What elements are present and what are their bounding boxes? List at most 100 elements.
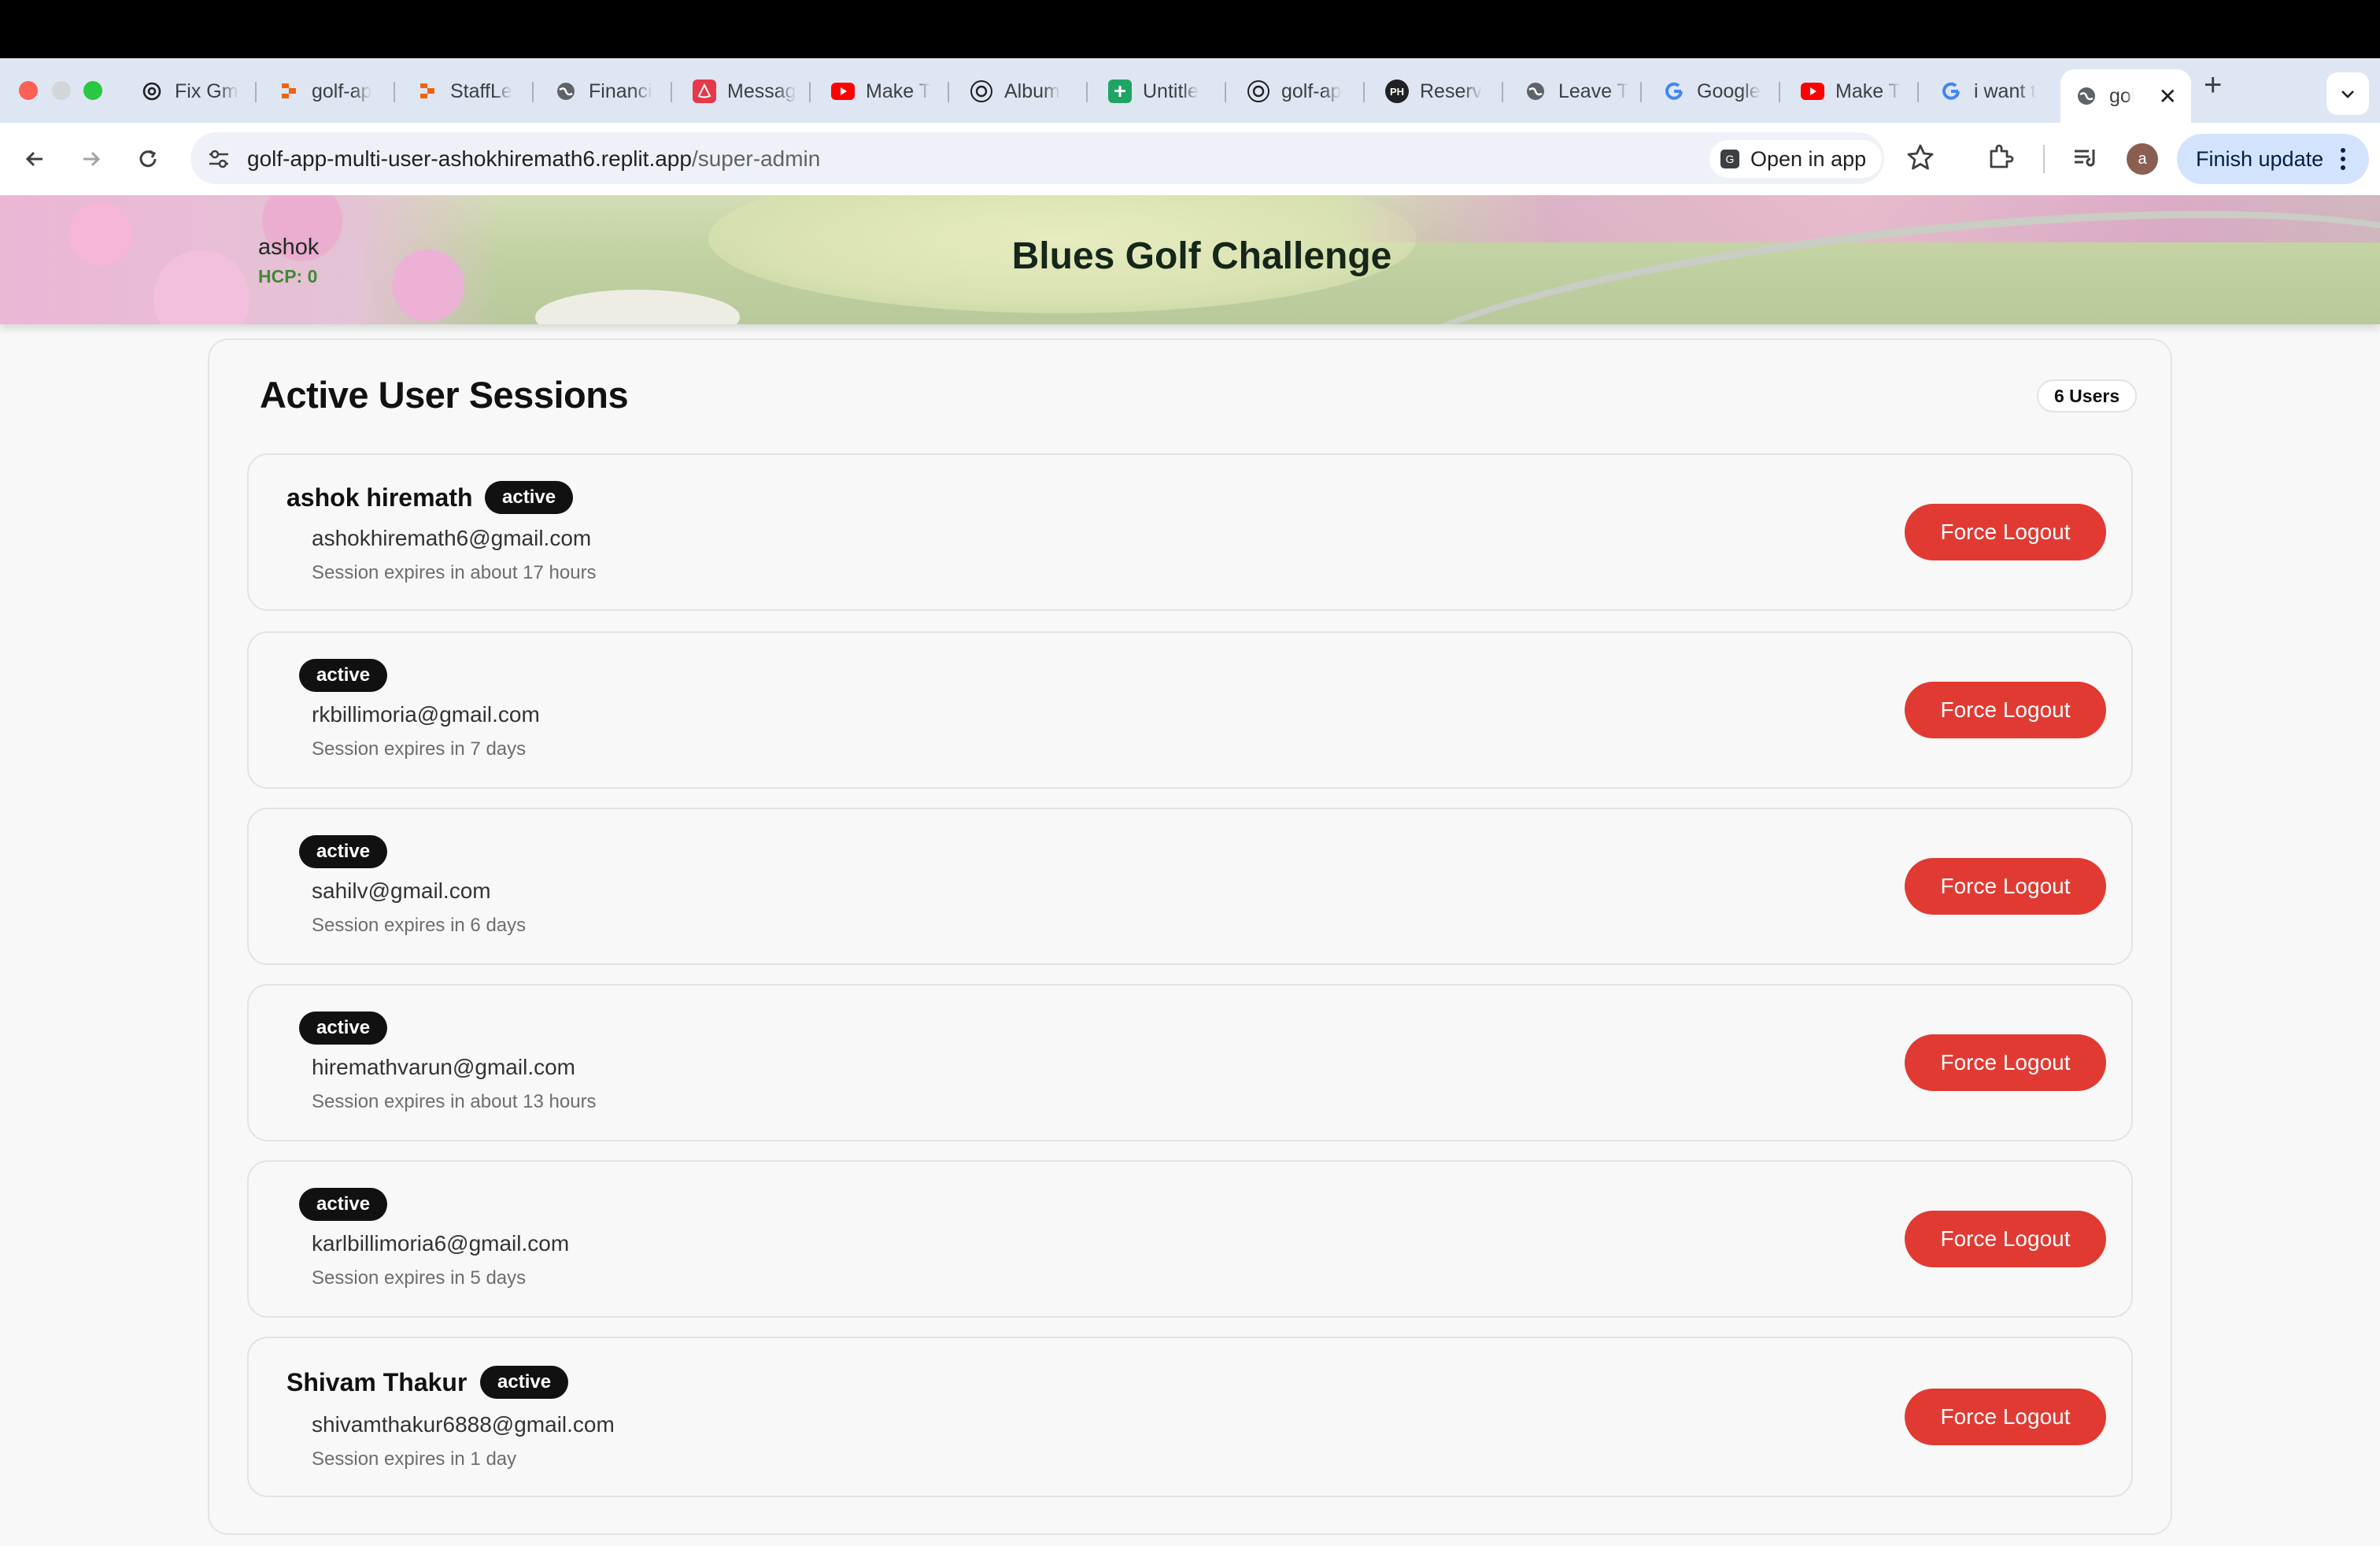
tab-label: i want t [1974,80,2037,102]
session-row [247,808,2133,965]
browser-tab[interactable]: Untitle [1103,68,1221,115]
tab-label: StaffLe [450,80,512,102]
session-expiry: Session expires in 7 days [312,738,527,760]
sessions-title: Active User Sessions [260,374,629,416]
profile-avatar[interactable]: a [2127,143,2158,175]
status-badge: active [299,1188,388,1221]
session-expiry: Session expires in 1 day [312,1448,517,1470]
session-expiry: Session expires in about 17 hours [312,562,597,583]
status-badge: active [299,835,388,868]
session-email: sahilv@gmail.com [312,878,491,903]
replit-icon [416,80,439,103]
browser-tab[interactable]: Leave T [1519,68,1637,115]
browser-tab[interactable]: StaffLe [411,68,529,115]
tab-label: Untitle [1143,80,1199,102]
browser-tab-active[interactable]: gol ✕ [2060,69,2191,123]
force-logout-button[interactable]: Force Logout [1905,1211,2106,1267]
arrow-left-icon [25,151,42,167]
session-email: rkbillimoria@gmail.com [312,702,540,727]
reload-button[interactable] [131,142,165,176]
session-user-name: ashok hiremath [286,483,473,512]
close-window-button[interactable] [19,81,38,100]
tab-label: Album [1004,80,1060,102]
force-logout-button[interactable]: Force Logout [1905,1389,2106,1445]
browser-tab[interactable]: Make T [1796,68,1914,115]
openai-icon [970,80,993,103]
browser-tab[interactable]: Make T [826,68,944,115]
session-expiry: Session expires in about 13 hours [312,1091,597,1112]
status-badge: active [480,1366,569,1399]
minimize-window-button[interactable] [52,81,71,100]
app-title: Blues Golf Challenge [1011,235,1392,277]
tab-label: gol [2109,84,2134,107]
tab-label: Leave T [1558,80,1629,102]
toolbar-divider [2043,145,2045,173]
media-controls-icon[interactable] [2070,142,2101,177]
globe-icon [2075,84,2098,108]
force-logout-button[interactable]: Force Logout [1905,682,2106,738]
globe-icon [554,80,578,103]
browser-tab[interactable]: golf-ap [1242,68,1360,115]
extensions-icon[interactable] [1985,142,2016,177]
session-email: karlbillimoria6@gmail.com [312,1231,570,1256]
app-icon: G [1720,150,1739,168]
tab-label: Messag [727,80,796,102]
session-email: ashokhiremath6@gmail.com [312,526,592,550]
os-menu-bar [0,0,2380,58]
arrow-right-icon [83,151,101,167]
tab-label: golf-ap [1281,80,1342,102]
session-email: hiremathvarun@gmail.com [312,1055,575,1079]
force-logout-button[interactable]: Force Logout [1905,1034,2106,1091]
session-expiry: Session expires in 6 days [312,915,527,936]
tab-label: Make T [866,80,931,102]
finish-update-label: Finish update [2196,146,2324,171]
youtube-icon [831,80,855,103]
more-menu-icon[interactable] [2341,148,2346,170]
user-count-badge: 6 Users [2037,379,2138,412]
browser-tab[interactable]: Fix Gm [135,68,253,115]
tab-search-button[interactable] [2326,72,2369,115]
sheets-icon [1108,80,1132,103]
force-logout-button[interactable]: Force Logout [1905,858,2106,915]
status-badge: active [485,481,574,514]
force-logout-button[interactable]: Force Logout [1905,504,2106,560]
browser-tab[interactable]: Album [965,68,1083,115]
bookmark-star-icon[interactable] [1905,142,1936,177]
openai-icon [140,80,164,103]
youtube-icon [1801,80,1824,103]
tab-label: Fix Gm [175,80,238,102]
session-email: shivamthakur6888@gmail.com [312,1412,615,1437]
status-badge: active [299,659,388,692]
tab-label: Make T [1835,80,1901,102]
replit-icon [277,80,301,103]
session-user-name: Shivam Thakur [286,1368,468,1396]
close-icon[interactable]: ✕ [2159,83,2177,109]
tab-label: Reserv [1420,80,1483,102]
globe-icon [1524,80,1547,103]
browser-tab[interactable]: golf-ap [272,68,390,115]
chevron-down-icon [2341,91,2354,98]
browser-tab[interactable]: PH Reserv [1380,68,1499,115]
browser-tab[interactable]: i want t [1935,68,2053,115]
url-host: golf-app-multi-user-ashokhiremath6.repli… [247,146,692,171]
back-button[interactable] [17,142,52,176]
browser-tab[interactable]: Financi [549,68,667,115]
open-in-app-button[interactable]: G Open in app [1709,140,1883,178]
finish-update-button[interactable]: Finish update [2177,134,2369,184]
url-text[interactable]: golf-app-multi-user-ashokhiremath6.repli… [247,146,820,172]
new-tab-button[interactable]: + [2204,69,2222,101]
tab-label: golf-ap [312,80,372,102]
browser-tab[interactable]: Google [1658,68,1776,115]
site-settings-icon[interactable] [206,146,231,172]
browser-tab[interactable]: Messag [688,68,806,115]
url-path: /super-admin [691,146,821,171]
reload-icon [139,150,157,168]
status-badge: active [299,1012,388,1045]
google-icon [1939,80,1963,103]
airbnb-icon [693,80,716,103]
zoom-window-button[interactable] [83,81,102,100]
tab-label: Financi [589,80,652,102]
forward-button[interactable] [74,142,109,176]
google-icon [1662,80,1686,103]
openai-icon [1247,80,1270,103]
